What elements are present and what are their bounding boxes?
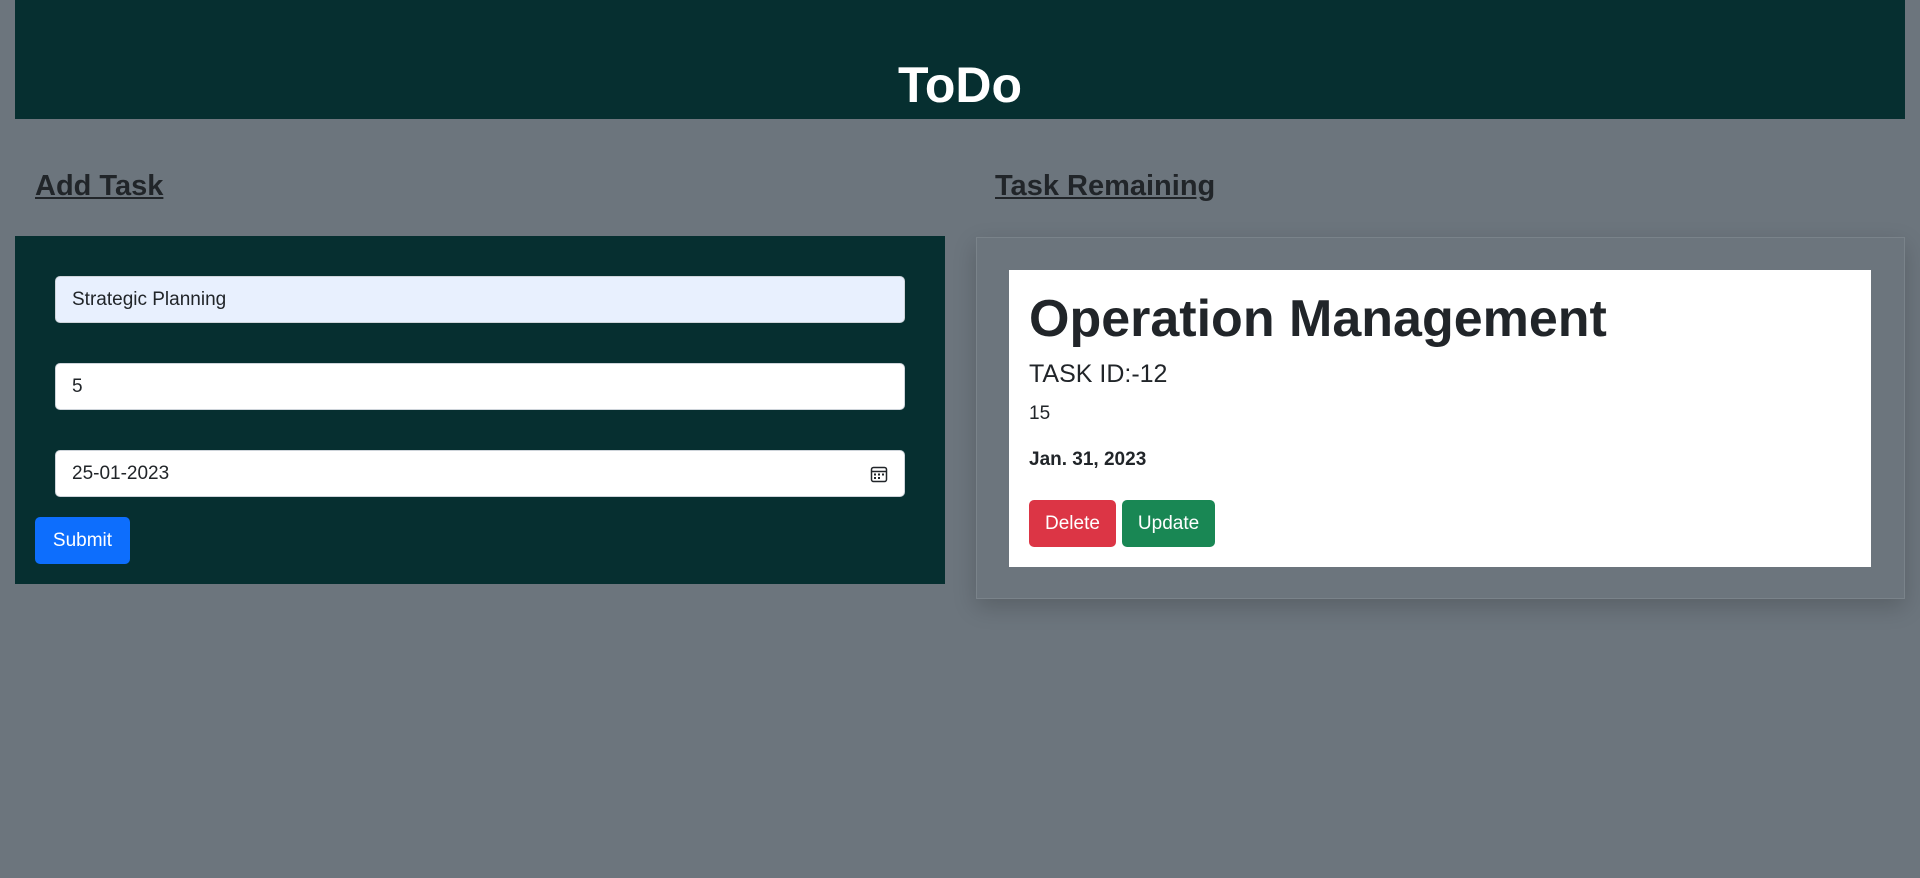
task-id: TASK ID:-12: [1029, 359, 1168, 388]
task-name-value: Strategic Planning: [72, 288, 227, 310]
app-title: ToDo: [897, 57, 1023, 113]
task-number-value: 5: [72, 375, 83, 397]
task-number-input[interactable]: 5: [55, 363, 905, 410]
due-date-value: 25-01-2023: [72, 462, 170, 484]
task-title: Operation Management: [1029, 290, 1607, 348]
submit-button[interactable]: Submit: [35, 517, 130, 564]
task-remaining-heading: Task Remaining: [995, 170, 1216, 202]
update-button[interactable]: Update: [1121, 500, 1216, 547]
task-actions: Delete Update: [1029, 500, 1216, 547]
due-date-input[interactable]: 25-01-2023: [55, 450, 905, 497]
task-date: Jan. 31, 2023: [1029, 448, 1147, 470]
task-name-input[interactable]: Strategic Planning: [55, 276, 905, 323]
app-header: ToDo: [15, 0, 1905, 119]
add-task-heading: Add Task: [35, 170, 164, 202]
calendar-icon[interactable]: [870, 465, 888, 483]
task-remaining-panel: Operation Management TASK ID:-12 15 Jan.…: [976, 237, 1905, 599]
task-card: Operation Management TASK ID:-12 15 Jan.…: [1009, 270, 1871, 567]
task-number: 15: [1029, 402, 1051, 424]
add-task-form: Strategic Planning 5 25-01-2023 Submit: [15, 236, 945, 584]
delete-button[interactable]: Delete: [1029, 500, 1116, 547]
